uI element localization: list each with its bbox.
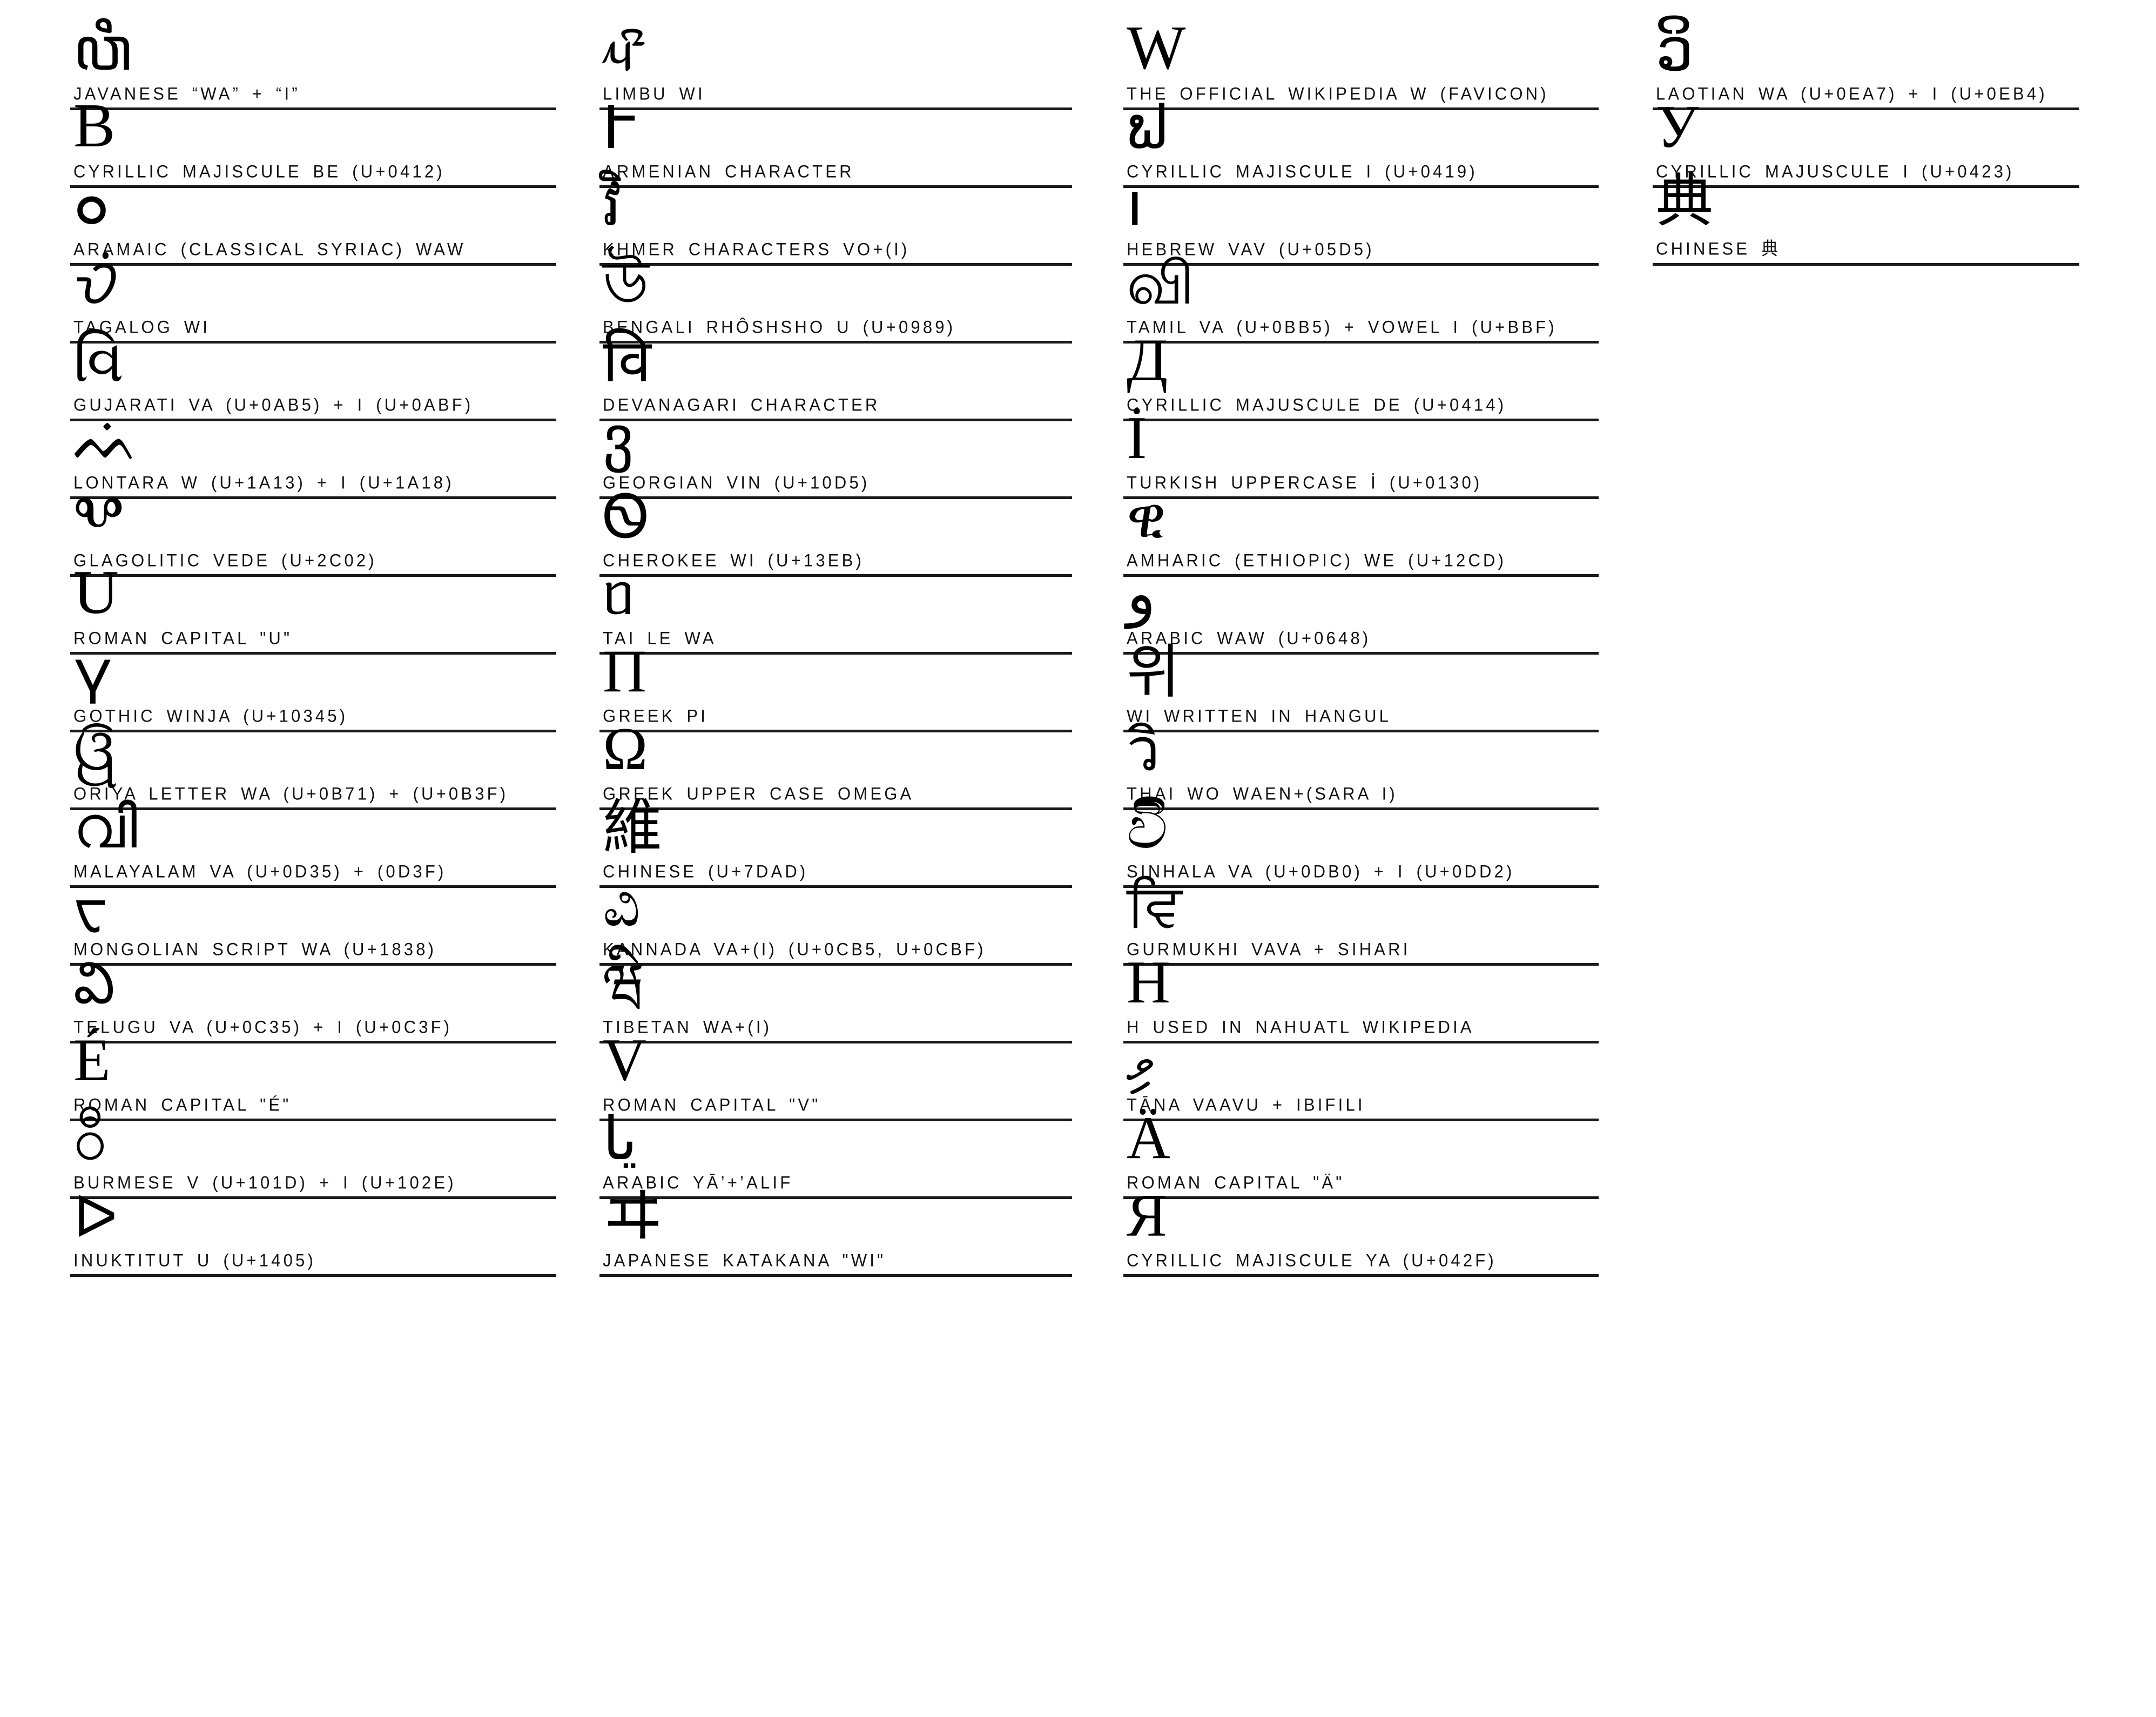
glyph-entry: Я CYRILLIC MAJISCULE YA (U+042F) [1123, 1186, 1599, 1277]
glyph-specimen: ᠸ [73, 873, 108, 939]
glyph-specimen: ᐅ [73, 1184, 118, 1250]
glyph-specimen: ᨓᨗ [73, 407, 140, 473]
glyph-specimen: ヰ [603, 1181, 663, 1251]
glyph-column-3: ວິ LAOTIAN WA (U+0EA7) + I (U+0EB4) У CYRIL… [1653, 20, 2079, 266]
glyph-specimen: वि [603, 326, 651, 395]
glyph-specimen: Я [1127, 1182, 1167, 1249]
glyph-specimen: ꦮꦶ [73, 14, 132, 84]
glyph-entry: ᐅ INUKTITUT U (U+1405) [70, 1189, 556, 1277]
glyph-specimen: W [1127, 14, 1186, 83]
glyph-specimen: İ [1127, 405, 1147, 472]
glyph-entry: ဝီ BURMESE V (U+101D) + I (U+102E) [70, 1109, 556, 1199]
glyph-specimen: Ⰲ [73, 482, 124, 551]
glyph-column-0: ꦮꦶ JAVANESE “WA” + “I” В CYRILLIC MAJISCULE… [70, 19, 556, 1277]
glyph-specimen: 위 [1127, 638, 1181, 706]
glyph-entry: İ TURKISH UPPERCASE İ (U+0130) [1123, 408, 1599, 499]
glyph-caption: JAPANESE KATAKANA "WI" [603, 1250, 886, 1270]
glyph-caption: INUKTITUT U (U+1405) [73, 1250, 316, 1270]
glyph-specimen: వి [73, 950, 115, 1017]
glyph-specimen: Ä [1127, 1105, 1170, 1171]
glyph-specimen: 維 [603, 793, 662, 862]
glyph-entry: 典 CHINESE 典 [1653, 173, 2079, 266]
glyph-reference-sheet: ꦮꦶ JAVANESE “WA” + “I” В CYRILLIC MAJISCULE… [0, 0, 2156, 1717]
glyph-caption: KANNADA VA+(I) (U+0CB5, U+0CBF) [603, 939, 986, 959]
glyph-specimen: ୱି [73, 715, 119, 784]
glyph-specimen: H [1127, 949, 1170, 1016]
glyph-specimen: ܘ [73, 165, 110, 240]
glyph-caption: CHINESE 典 [1656, 238, 1781, 259]
glyph-specimen: ວິ [1656, 15, 1694, 84]
glyph-specimen: Π [603, 638, 646, 705]
glyph-specimen: ᤘᤡ [603, 15, 645, 84]
glyph-entry: วิ THAI WO WAEN+(SARA I) [1123, 720, 1599, 810]
glyph-specimen: ཝི [603, 952, 645, 1018]
glyph-specimen: ዊ [1127, 484, 1166, 550]
glyph-specimen: ವಿ [603, 872, 641, 939]
glyph-specimen: É [73, 1027, 111, 1094]
glyph-specimen: வி [1127, 248, 1195, 318]
glyph-specimen: විි [1127, 795, 1168, 861]
glyph-specimen: វិ [603, 172, 622, 239]
glyph-entry: വി MALAYALAM VA (U+0D35) + (0D3F) [70, 799, 556, 888]
glyph-specimen: ຟ [1127, 93, 1168, 162]
glyph-specimen: V [603, 1027, 646, 1094]
glyph-specimen: В [73, 91, 116, 160]
glyph-specimen: ᜏᜒ [73, 248, 119, 318]
glyph-specimen: ᥝ [603, 561, 635, 628]
glyph-specimen: У [1656, 93, 1699, 160]
glyph-specimen: يا [603, 1104, 638, 1173]
glyph-column-1: ᤘᤡ LIMBU WI Ւ ARMENIAN CHARACTER វិ KHMER CHA… [599, 20, 1072, 1277]
glyph-specimen: و [1127, 558, 1156, 629]
glyph-specimen: Ւ [603, 93, 635, 162]
glyph-specimen: উ [603, 248, 649, 318]
glyph-specimen: U [73, 558, 119, 627]
glyph-entry: ヰ JAPANESE KATAKANA "WI" [599, 1186, 1072, 1277]
glyph-caption: CYRILLIC MAJISCULE YA (U+042F) [1127, 1250, 1497, 1270]
glyph-specimen: 典 [1656, 168, 1713, 234]
glyph-specimen: Ω [603, 716, 648, 783]
glyph-caption: GUJARATI VA (U+0AB5) + I (U+0ABF) [73, 394, 474, 415]
glyph-specimen: ვ [603, 403, 634, 473]
glyph-specimen: Д [1127, 327, 1168, 394]
glyph-specimen: ו [1127, 170, 1143, 240]
glyph-specimen: ਵਿ [1127, 872, 1182, 939]
glyph-specimen: ဝီ [73, 1104, 107, 1173]
glyph-specimen: വി [73, 794, 138, 861]
glyph-entry: વિ GUJARATI VA (U+0AB5) + I (U+0ABF) [70, 331, 556, 421]
glyph-specimen: 𐍅 [73, 638, 112, 705]
glyph-column-2: W THE OFFICIAL WIKIPEDIA W (FAVICON) ຟ CYRI… [1123, 17, 1599, 1277]
glyph-entry: ವಿ KANNADA VA+(I) (U+0CB5, U+0CBF) [599, 877, 1072, 966]
glyph-specimen: ވި [1127, 1026, 1155, 1095]
glyph-specimen: Ꮻ [603, 482, 649, 551]
glyph-specimen: วิ [1127, 715, 1160, 784]
glyph-specimen: વિ [73, 326, 124, 395]
